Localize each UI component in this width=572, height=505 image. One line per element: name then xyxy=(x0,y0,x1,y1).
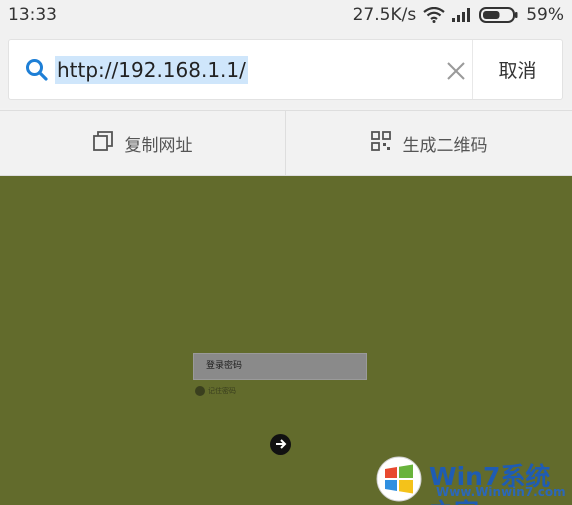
login-button[interactable] xyxy=(270,434,291,455)
generate-qr-label: 生成二维码 xyxy=(402,135,488,156)
watermark-url: Www.Winwin7.com xyxy=(436,485,566,499)
status-time: 13:33 xyxy=(8,5,57,25)
url-input[interactable]: http://192.168.1.1/ xyxy=(55,56,248,84)
clear-icon[interactable] xyxy=(442,57,470,85)
watermark: Win7系统之家 Www.Winwin7.com xyxy=(374,454,572,505)
battery-percent: 59% xyxy=(526,5,564,25)
password-field[interactable]: 登录密码 xyxy=(193,353,367,380)
copy-icon xyxy=(92,130,113,156)
generate-qr-button[interactable]: 生成二维码 xyxy=(286,111,572,175)
copy-url-button[interactable]: 复制网址 xyxy=(0,111,286,175)
arrow-right-icon xyxy=(275,435,287,454)
wifi-icon xyxy=(423,7,445,23)
network-speed: 27.5K/s xyxy=(352,5,417,25)
status-indicators: 27.5K/s 59% xyxy=(353,5,564,25)
web-content: 登录密码 记住密码 Win7系统之家 Www.Winwin7.com xyxy=(0,176,572,505)
copy-url-label: 复制网址 xyxy=(124,135,193,156)
address-bar: http://192.168.1.1/ 取消 xyxy=(0,30,572,108)
battery-icon xyxy=(479,7,519,23)
remember-checkbox[interactable] xyxy=(195,386,205,396)
action-row: 复制网址 生成二维码 xyxy=(0,110,572,176)
signal-icon xyxy=(452,8,472,22)
search-icon xyxy=(25,58,49,86)
qr-code-icon xyxy=(370,130,391,156)
status-bar: 13:33 27.5K/s 59% xyxy=(0,0,572,30)
url-box[interactable]: http://192.168.1.1/ 取消 xyxy=(8,39,563,100)
cancel-button[interactable]: 取消 xyxy=(472,40,562,99)
windows-logo-icon xyxy=(376,456,422,505)
remember-label: 记住密码 xyxy=(208,387,236,395)
remember-password[interactable]: 记住密码 xyxy=(195,386,236,396)
